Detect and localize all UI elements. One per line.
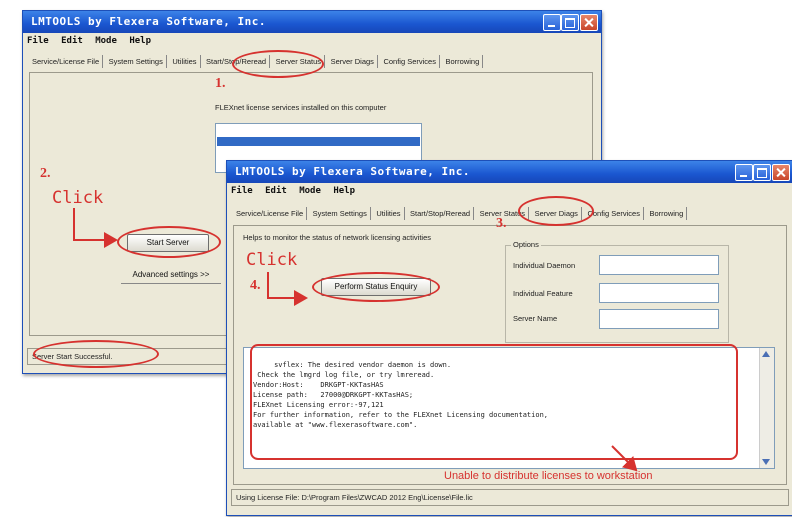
- services-heading: FLEXnet license services installed on th…: [215, 103, 387, 112]
- minimize-icon[interactable]: [543, 14, 561, 31]
- tab-server-diags[interactable]: Server Diags: [328, 55, 378, 68]
- server-start-successful-highlight: [33, 340, 159, 368]
- tab-config-services[interactable]: Config Services: [380, 55, 440, 68]
- tab-borrowing[interactable]: Borrowing: [442, 55, 484, 68]
- menu-edit[interactable]: Edit: [61, 36, 83, 46]
- maximize-icon[interactable]: [753, 164, 771, 181]
- advanced-settings-button[interactable]: Advanced settings >>: [121, 267, 221, 284]
- services-list-selected[interactable]: [217, 137, 420, 146]
- individual-daemon-input[interactable]: [599, 255, 719, 275]
- individual-feature-input[interactable]: [599, 283, 719, 303]
- close-icon[interactable]: [772, 164, 790, 181]
- back-window-title: LMTOOLS by Flexera Software, Inc.: [31, 15, 267, 28]
- front-menu-bar: File Edit Mode Help: [231, 186, 362, 196]
- tab-utilities[interactable]: Utilities: [169, 55, 201, 68]
- menu-mode[interactable]: Mode: [95, 36, 117, 46]
- menu-help[interactable]: Help: [333, 186, 355, 196]
- helps-text: Helps to monitor the status of network l…: [243, 233, 432, 242]
- maximize-icon[interactable]: [561, 14, 579, 31]
- individual-feature-label: Individual Feature: [513, 289, 573, 298]
- back-menu-bar: File Edit Mode Help: [27, 36, 158, 46]
- step-4-label: 4.: [250, 278, 261, 293]
- server-name-input[interactable]: [599, 309, 719, 329]
- front-window: LMTOOLS by Flexera Software, Inc. File E…: [226, 160, 792, 516]
- tab-system-settings[interactable]: System Settings: [310, 207, 371, 220]
- server-name-label: Server Name: [513, 314, 558, 323]
- error-output-highlight: [250, 344, 738, 460]
- tab-start-stop-reread[interactable]: Start/Stop/Reread: [407, 207, 475, 220]
- back-title-bar[interactable]: LMTOOLS by Flexera Software, Inc.: [23, 11, 601, 33]
- step-3-label: 3.: [496, 216, 507, 231]
- start-stop-tab-highlight: [232, 50, 324, 78]
- tab-system-settings[interactable]: System Settings: [106, 55, 167, 68]
- server-status-tab-highlight: [518, 196, 594, 226]
- step-2-label: 2.: [40, 166, 51, 181]
- tab-utilities[interactable]: Utilities: [373, 207, 405, 220]
- click-label-1: Click: [52, 188, 104, 208]
- front-title-bar[interactable]: LMTOOLS by Flexera Software, Inc.: [227, 161, 792, 183]
- start-server-highlight: [117, 226, 221, 258]
- menu-help[interactable]: Help: [129, 36, 151, 46]
- menu-mode[interactable]: Mode: [299, 186, 321, 196]
- close-icon[interactable]: [580, 14, 598, 31]
- step-1-label: 1.: [215, 76, 226, 91]
- front-window-title: LMTOOLS by Flexera Software, Inc.: [235, 165, 471, 178]
- scroll-down-arrow-icon[interactable]: [762, 459, 770, 465]
- front-status-bar: Using License File: D:\Program Files\ZWC…: [231, 489, 789, 506]
- caption-text: Unable to distribute licenses to worksta…: [444, 470, 653, 482]
- scroll-up-arrow-icon[interactable]: [762, 351, 770, 357]
- tab-borrowing[interactable]: Borrowing: [646, 207, 688, 220]
- tab-service-license-file[interactable]: Service/License File: [29, 55, 104, 68]
- menu-edit[interactable]: Edit: [265, 186, 287, 196]
- front-tab-strip: Service/License File System Settings Uti…: [233, 207, 785, 223]
- minimize-icon[interactable]: [735, 164, 753, 181]
- options-label: Options: [511, 240, 541, 249]
- console-scrollbar[interactable]: [759, 348, 774, 468]
- click-label-2: Click: [246, 250, 298, 270]
- menu-file[interactable]: File: [231, 186, 253, 196]
- tab-service-license-file[interactable]: Service/License File: [233, 207, 308, 220]
- menu-file[interactable]: File: [27, 36, 49, 46]
- individual-daemon-label: Individual Daemon: [513, 261, 576, 270]
- perform-status-highlight: [312, 272, 440, 302]
